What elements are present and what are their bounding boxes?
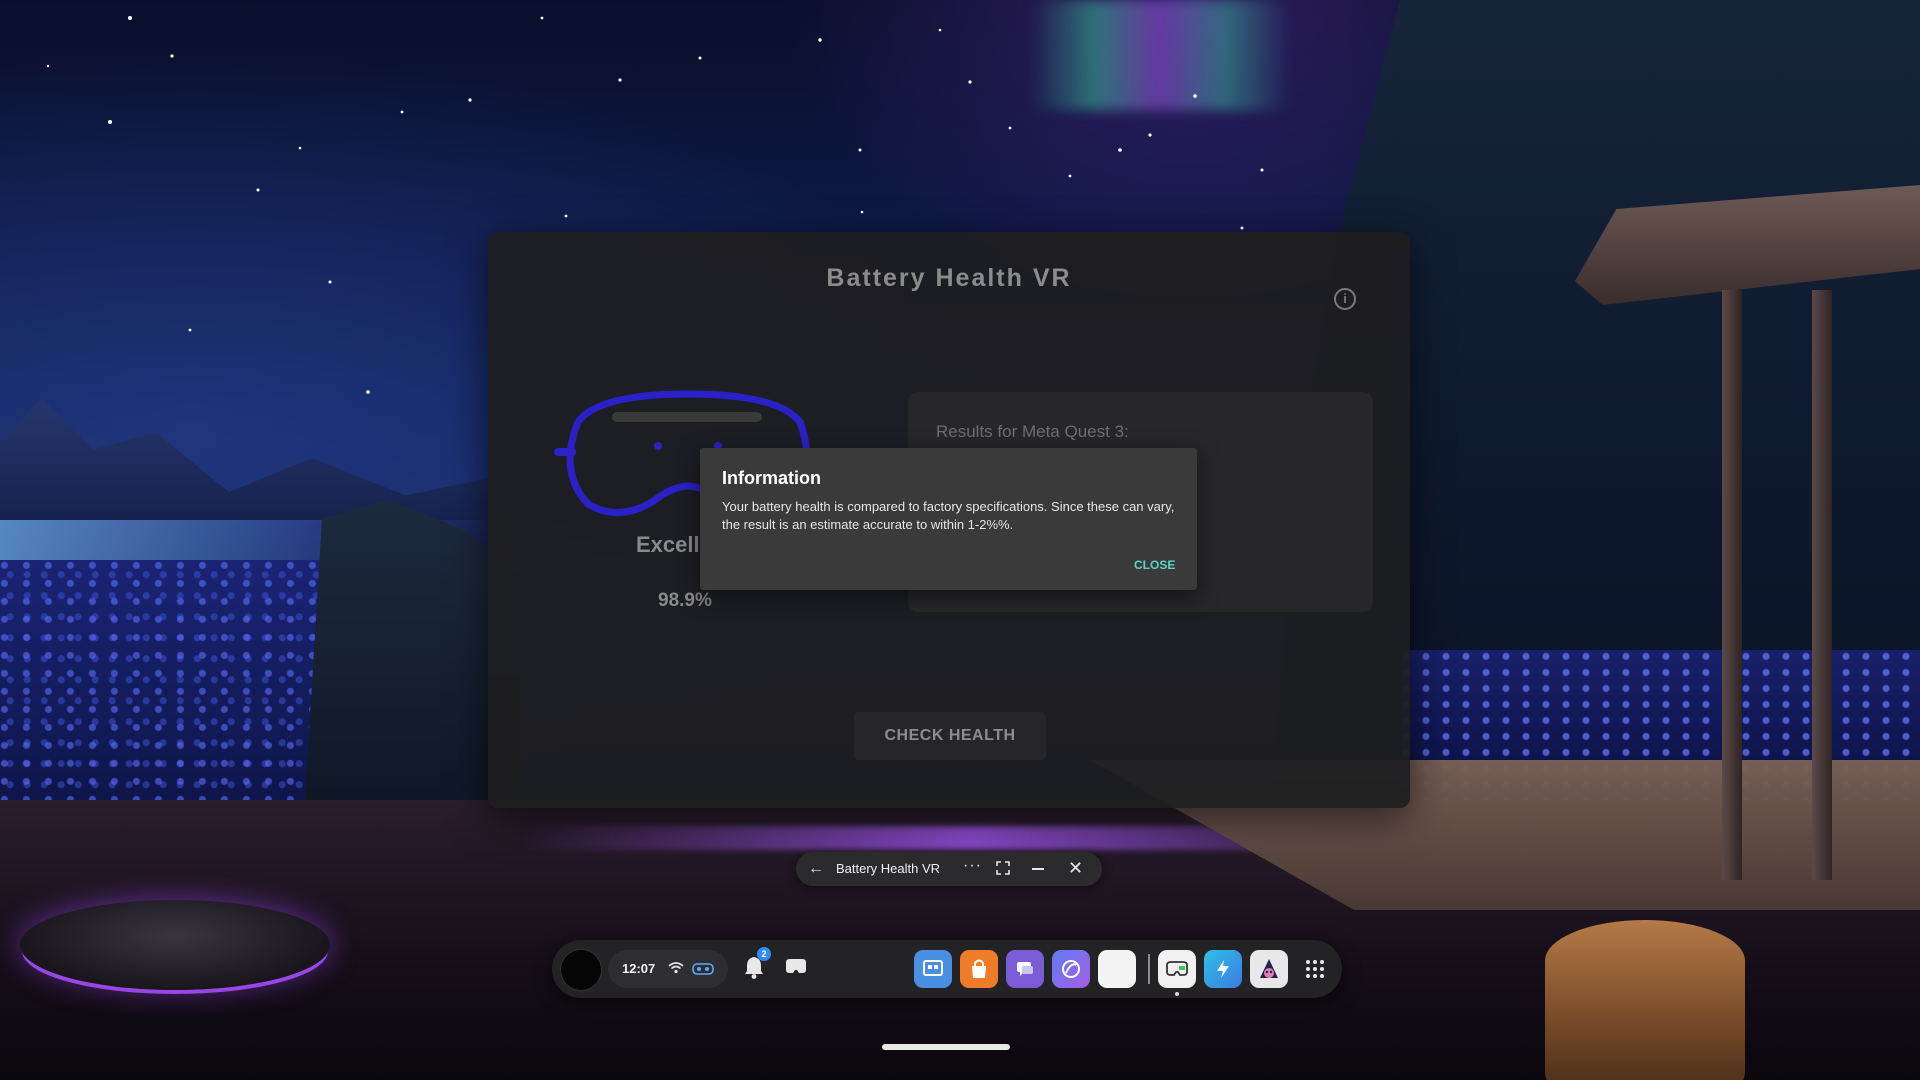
wifi-icon xyxy=(668,962,684,974)
window-title: Battery Health VR xyxy=(836,861,941,876)
avatar[interactable] xyxy=(560,949,602,991)
horizon-app-icon[interactable] xyxy=(1052,950,1090,988)
notification-badge: 2 xyxy=(757,947,771,961)
side-table xyxy=(20,900,330,990)
info-icon[interactable]: i xyxy=(1334,288,1356,310)
dialog-close-button[interactable]: CLOSE xyxy=(1134,558,1175,572)
home-indicator xyxy=(882,1044,1010,1050)
dialog-title: Information xyxy=(722,468,821,488)
game-app-icon[interactable] xyxy=(1250,950,1288,988)
pillar xyxy=(1812,290,1832,880)
app-title: Battery Health VR xyxy=(826,264,1072,292)
taskbar: 12:07 2 xyxy=(552,940,1342,998)
battery-status-label: Excell xyxy=(636,532,700,557)
store-app-icon[interactable] xyxy=(960,950,998,988)
browser-app-icon[interactable] xyxy=(1098,950,1136,988)
close-icon[interactable]: ✕ xyxy=(1068,857,1083,879)
messenger-app-icon[interactable] xyxy=(1006,950,1044,988)
headset-status-icon xyxy=(692,963,714,975)
more-icon[interactable]: ··· xyxy=(963,857,982,875)
taskbar-divider xyxy=(1148,954,1150,984)
check-health-button[interactable]: CHECK HEALTH xyxy=(854,712,1046,760)
quick-settings-button[interactable]: 12:07 xyxy=(608,950,728,988)
expand-icon[interactable] xyxy=(996,861,1010,875)
clock: 12:07 xyxy=(622,961,656,976)
results-label: Results for Meta Quest 3: xyxy=(936,422,1129,441)
vr-headset-icon[interactable] xyxy=(784,957,808,977)
app-library-grid-icon[interactable] xyxy=(1304,958,1326,980)
pillar xyxy=(1722,290,1742,880)
back-arrow-icon[interactable]: ← xyxy=(806,859,826,879)
meta-app-icon[interactable] xyxy=(914,950,952,988)
dialog-body: Your battery health is compared to facto… xyxy=(722,499,1175,532)
battery-health-percent: 98.9% xyxy=(658,590,712,611)
active-app-indicator xyxy=(1175,992,1179,996)
blue-app-icon[interactable] xyxy=(1204,950,1242,988)
information-dialog: Information Your battery health is compa… xyxy=(700,448,1197,590)
stool xyxy=(1545,920,1745,1080)
minimize-icon[interactable] xyxy=(1032,868,1044,870)
battery-health-app-icon[interactable] xyxy=(1158,950,1196,988)
window-control-bar: ← Battery Health VR ··· ✕ xyxy=(796,852,1102,886)
